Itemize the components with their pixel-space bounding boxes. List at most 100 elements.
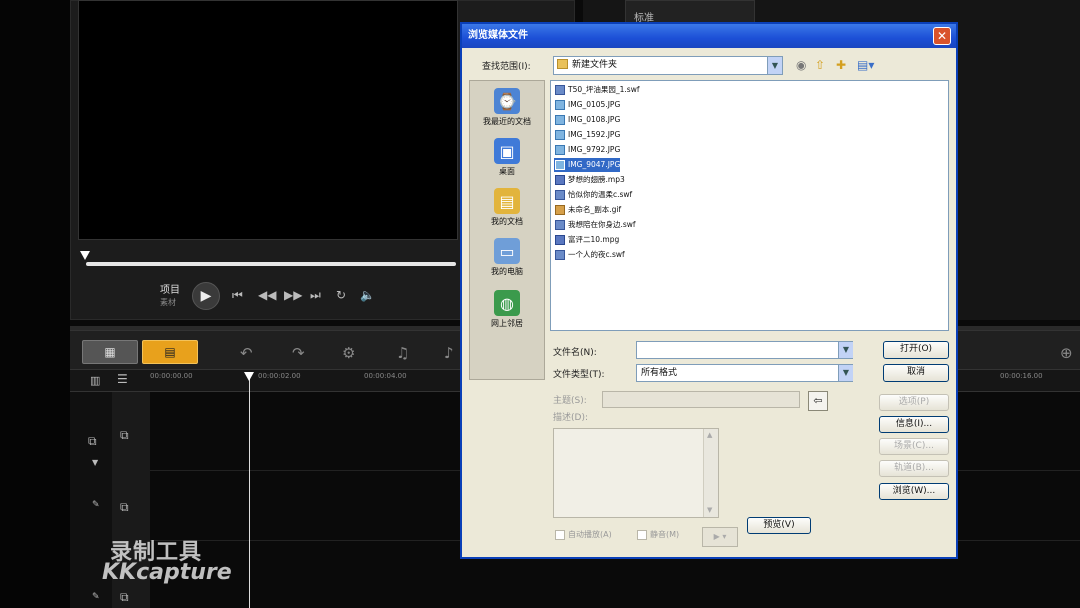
expand-arrow-icon[interactable]: ▼ [92,458,98,467]
image-file-icon [555,100,565,110]
place-my-computer[interactable]: ▭ 我的电脑 [469,238,545,277]
track-manager-icon[interactable]: ▥ [90,374,100,387]
link-icon[interactable]: ✎ [92,592,100,602]
place-label: 我的文档 [491,217,523,226]
subject-apply-button[interactable]: ⇦ [808,391,828,411]
filetype-select[interactable]: 所有格式 [636,364,853,382]
file-item[interactable]: 未命名_副本.gif [554,203,621,217]
storyboard-view-button[interactable]: ▦ [82,340,138,364]
voice-track-icon[interactable]: ⧉ [120,590,129,605]
file-item[interactable]: IMG_0108.JPG [554,113,620,127]
file-item[interactable]: IMG_0105.JPG [554,98,620,112]
flash-file-icon [555,85,565,95]
track-button[interactable]: 轨道(B)... [879,460,949,477]
auto-music-icon[interactable]: ♪ [444,344,454,362]
browse-button[interactable]: 浏览(W)... [879,483,949,500]
look-in-dropdown[interactable]: 新建文件夹 [553,56,783,75]
repeat-icon[interactable]: ↻ [336,288,346,302]
ruler-time: 00:00:00.00 [150,372,193,380]
left-strip [0,0,70,608]
my-computer-icon: ▭ [494,238,520,264]
file-item[interactable]: T50_坪油果园_1.swf [554,83,639,97]
gif-file-icon [555,205,565,215]
scroll-up-icon: ▲ [707,431,713,439]
skip-start-icon[interactable]: ⏮ [232,288,243,303]
playhead-handle[interactable] [244,372,254,381]
title-track-icon[interactable]: ⧉ [120,500,129,515]
step-back-icon[interactable]: ◀◀ [258,288,276,302]
network-places-icon: ◍ [494,290,520,316]
preview-scrub-bar[interactable] [86,262,456,266]
volume-icon[interactable]: 🔈 [360,288,375,302]
description-textarea [553,428,719,518]
close-icon: ✕ [936,29,948,43]
file-item-selected[interactable]: IMG_9047.JPG [554,158,621,172]
file-name: IMG_9047.JPG [568,160,621,169]
arrow-left-icon: ⇦ [813,394,823,407]
chevron-down-icon[interactable]: ▼ [767,57,782,74]
link-icon[interactable]: ✎ [92,500,100,510]
play-icon: ▶ [200,288,212,304]
preview-screen [78,0,458,240]
file-name: 一个人的夜c.swf [568,250,625,259]
flash-file-icon [555,190,565,200]
view-menu-icon[interactable]: ▤▾ [857,58,874,72]
place-recent[interactable]: ⌚ 我最近的文档 [469,88,545,127]
filename-label: 文件名(N): [553,348,597,358]
options-button[interactable]: 选项(P) [879,394,949,411]
file-name: IMG_0108.JPG [568,115,621,124]
file-item[interactable]: 富评二10.mpg [554,233,619,247]
file-name: 梦想的翅膀.mp3 [568,175,625,184]
close-button[interactable]: ✕ [933,27,951,45]
audio-file-icon [555,175,565,185]
back-icon[interactable]: ◉ [796,58,806,72]
preview-button[interactable]: 预览(V) [747,517,811,534]
open-button[interactable]: 打开(O) [883,341,949,359]
undo-icon[interactable]: ↶ [240,344,253,362]
timeline-view-button[interactable]: ▤ [142,340,198,364]
scene-button[interactable]: 场景(C)... [879,438,949,455]
file-item[interactable]: 梦想的翅膀.mp3 [554,173,625,187]
overlay-track-icon[interactable]: ⧉ [120,428,129,443]
place-desktop[interactable]: ▣ 桌面 [469,138,545,177]
file-item[interactable]: IMG_9792.JPG [554,143,620,157]
up-folder-icon[interactable]: ⇧ [815,58,825,72]
file-name: 富评二10.mpg [568,235,620,244]
file-item[interactable]: 我想陪在你身边.swf [554,218,636,232]
play-button[interactable]: ▶ [192,282,220,310]
ruler-time: 00:00:04.00 [364,372,407,380]
place-my-documents[interactable]: ▤ 我的文档 [469,188,545,227]
timeline-playhead[interactable] [249,374,250,608]
clip-mode-label[interactable]: 素材 [160,297,176,308]
ruler-time: 00:00:16.00 [1000,372,1043,380]
chevron-down-icon[interactable]: ▼ [838,342,853,358]
chevron-down-icon[interactable]: ▼ [838,365,853,381]
filename-input[interactable] [636,341,853,359]
record-capture-icon[interactable]: ⚙ [342,344,355,362]
ruler-time: 00:00:02.00 [258,372,301,380]
file-name: T50_坪油果园_1.swf [568,85,640,94]
info-button[interactable]: 信息(I)... [879,416,949,433]
redo-icon[interactable]: ↷ [292,344,305,362]
file-name: 未命名_副本.gif [568,205,622,214]
file-item[interactable]: IMG_1592.JPG [554,128,620,142]
mute-checkbox[interactable] [637,530,647,540]
autoplay-checkbox[interactable] [555,530,565,540]
desktop-icon: ▣ [494,138,520,164]
flash-file-icon [555,220,565,230]
cancel-button[interactable]: 取消 [883,364,949,382]
play-preview-button[interactable]: ▶ ▾ [702,527,738,547]
skip-end-icon[interactable]: ⏭ [310,288,321,303]
image-file-icon [555,130,565,140]
place-network[interactable]: ◍ 网上邻居 [469,290,545,329]
step-forward-icon[interactable]: ▶▶ [284,288,302,302]
audio-mixer-icon[interactable]: ♫ [396,344,409,362]
scrub-handle[interactable] [80,251,90,260]
new-folder-icon[interactable]: ✚ [836,58,846,72]
project-mode-label[interactable]: 项目 [160,281,180,296]
file-item[interactable]: 恰似你的温柔c.swf [554,188,632,202]
chapter-list-icon[interactable]: ☰ [117,372,128,386]
video-track-icon[interactable]: ⧉ [88,434,97,449]
zoom-icon[interactable]: ⊕ [1060,344,1073,362]
file-item[interactable]: 一个人的夜c.swf [554,248,625,262]
